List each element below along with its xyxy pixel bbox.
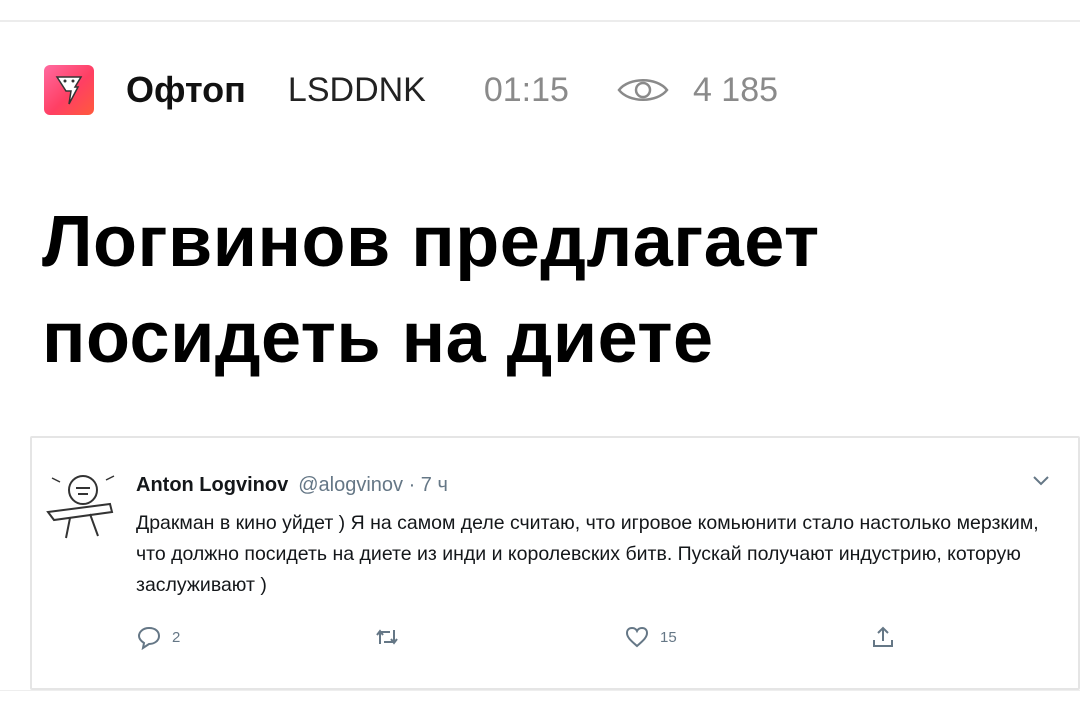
subsite-name[interactable]: Офтоп [126,69,246,111]
eye-icon [615,75,671,105]
like-icon [625,626,649,648]
post-meta: Офтоп LSDDNK 01:15 4 185 [44,62,778,118]
retweet-icon [376,629,398,645]
bottom-divider [0,690,1080,691]
embedded-tweet[interactable]: Anton Logvinov @alogvinov · 7 ч Дракман … [30,436,1080,690]
top-divider [0,20,1080,22]
subsite-icon[interactable] [44,65,94,115]
post-time: 01:15 [483,70,569,109]
views-count: 4 185 [692,70,779,109]
reply-button[interactable]: 2 [136,624,180,650]
tweet-text: Дракман в кино уйдет ) Я на самом деле с… [136,512,1039,596]
tweet-actions: 2 15 [136,624,1016,654]
retweet-button[interactable] [374,624,410,650]
like-button[interactable]: 15 [624,624,677,650]
tweet-author-name[interactable]: Anton Logvinov [136,474,288,497]
reply-count: 2 [172,628,181,646]
author-name[interactable]: LSDDNK [288,71,426,110]
tweet-header: Anton Logvinov @alogvinov · 7 ч [136,474,448,497]
share-icon [873,626,893,647]
reply-icon [137,626,161,650]
page-title[interactable]: Логвинов предлагает посидеть на диете [42,194,1042,386]
share-button[interactable] [870,624,906,650]
like-count: 15 [660,628,677,646]
chevron-down-icon[interactable] [1032,474,1050,488]
avatar[interactable] [40,460,126,546]
tweet-handle-time[interactable]: @alogvinov · 7 ч [298,474,448,497]
